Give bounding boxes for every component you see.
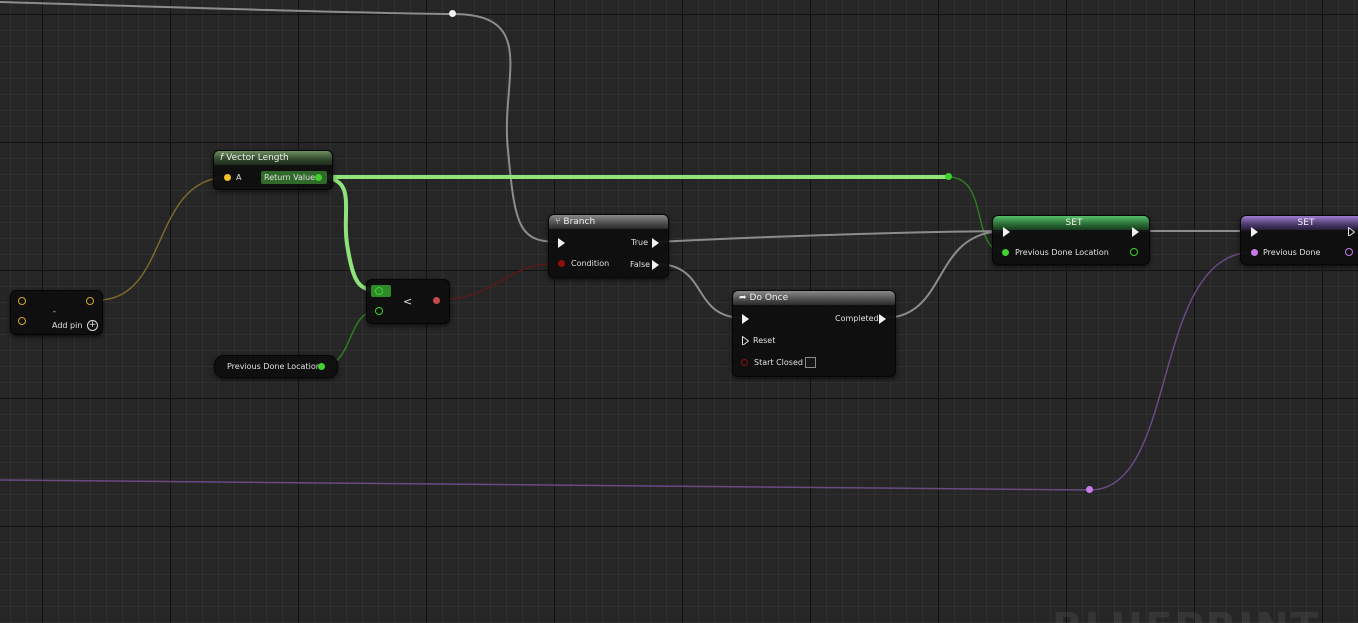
exec-wire-top-to-branch — [452, 13, 561, 243]
do-once-start-closed-label: Start Closed — [754, 358, 803, 367]
do-once-reset-pin[interactable] — [742, 336, 749, 345]
return-value-pin[interactable] — [315, 174, 322, 181]
less-than-node[interactable]: < — [366, 279, 450, 324]
array-input-pin-0[interactable] — [18, 297, 26, 305]
do-once-exec-in-pin[interactable] — [742, 314, 749, 324]
set-location-exec-in-pin[interactable] — [1003, 227, 1010, 237]
do-once-node[interactable]: ➦ Do Once Completed Reset Start Closed — [732, 290, 896, 377]
reroute-knot-purple[interactable] — [1086, 486, 1093, 493]
vector-length-title: Vector Length — [226, 153, 289, 163]
branch-icon: ⑂ — [555, 217, 561, 227]
do-once-header: ➦ Do Once — [733, 291, 895, 305]
vector-input-pin[interactable] — [224, 174, 231, 181]
vector-input-label: A — [236, 173, 242, 182]
set-done-exec-out-pin[interactable] — [1348, 227, 1355, 236]
branch-false-label: False — [630, 260, 651, 269]
float-wire-to-less — [317, 175, 379, 292]
vector-length-node[interactable]: f Vector Length A Return Value — [213, 150, 333, 190]
array-input-pin-1[interactable] — [18, 317, 26, 325]
do-once-completed-label: Completed — [835, 314, 879, 323]
wire-layer — [0, 1, 1255, 491]
reroute-knot-exec[interactable] — [449, 10, 456, 17]
branch-condition-label: Condition — [571, 259, 610, 268]
branch-title: Branch — [563, 217, 596, 227]
set-done-header: SET — [1241, 216, 1358, 230]
set-done-value-pin[interactable] — [1251, 249, 1258, 256]
set-previous-done-location-node[interactable]: SET Previous Done Location — [992, 215, 1150, 265]
blueprint-watermark: BLUEPRINT — [1052, 605, 1320, 623]
set-done-var-label: Previous Done — [1263, 248, 1321, 257]
branch-node[interactable]: ⑂ Branch True Condition False — [548, 214, 669, 278]
exec-wire-completed — [882, 230, 1006, 319]
do-once-title: Do Once — [749, 293, 789, 303]
exec-wire-false — [655, 263, 745, 319]
set-location-var-label: Previous Done Location — [1015, 248, 1109, 257]
set-done-output-pin[interactable] — [1345, 248, 1353, 256]
set-location-value-pin[interactable] — [1002, 249, 1009, 256]
branch-true-label: True — [631, 238, 648, 247]
purple-wire-up — [1089, 251, 1255, 491]
do-once-start-closed-pin[interactable] — [741, 359, 748, 366]
make-array-title: - — [53, 307, 56, 316]
set-location-output-pin[interactable] — [1130, 248, 1138, 256]
branch-header: ⑂ Branch — [549, 215, 668, 229]
branch-exec-in-pin[interactable] — [558, 238, 565, 248]
purple-wire — [0, 479, 1091, 491]
add-pin-label[interactable]: Add pin — [52, 321, 82, 331]
previous-done-location-getter-label: Previous Done Location — [227, 362, 321, 371]
blueprint-graph-canvas[interactable]: - Add pin + f Vector Length A Return Valu… — [0, 0, 1358, 623]
set-previous-done-node[interactable]: SET Previous Done — [1240, 215, 1358, 265]
do-once-reset-label: Reset — [753, 336, 776, 345]
less-output-pin[interactable] — [433, 297, 440, 304]
do-once-icon: ➦ — [739, 293, 747, 303]
vector-length-header: f Vector Length — [214, 151, 332, 165]
reroute-knot-float[interactable] — [945, 173, 952, 180]
make-array-node[interactable]: - Add pin + — [10, 290, 103, 335]
less-input-pin-b[interactable] — [375, 307, 383, 315]
array-output-pin[interactable] — [86, 297, 94, 305]
function-icon: f — [220, 153, 224, 163]
start-closed-checkbox[interactable] — [805, 357, 816, 368]
plus-circle-icon[interactable]: + — [87, 320, 98, 331]
set-done-exec-in-pin[interactable] — [1251, 227, 1258, 237]
set-location-header: SET — [993, 216, 1149, 230]
less-than-operator: < — [403, 295, 413, 308]
vector-wire — [97, 176, 229, 301]
previous-done-location-getter[interactable]: Previous Done Location — [214, 355, 338, 378]
return-value-label: Return Value — [264, 173, 316, 182]
exec-wire-true — [655, 230, 1006, 243]
less-input-pin-a[interactable] — [375, 287, 383, 295]
exec-wire-top — [0, 1, 454, 15]
do-once-completed-pin[interactable] — [879, 314, 886, 324]
set-location-exec-out-pin[interactable] — [1132, 227, 1139, 237]
branch-condition-pin[interactable] — [558, 260, 565, 267]
previous-done-location-getter-pin[interactable] — [318, 363, 325, 370]
branch-true-pin[interactable] — [652, 238, 659, 248]
branch-false-pin[interactable] — [652, 260, 659, 270]
bool-wire — [435, 262, 562, 301]
